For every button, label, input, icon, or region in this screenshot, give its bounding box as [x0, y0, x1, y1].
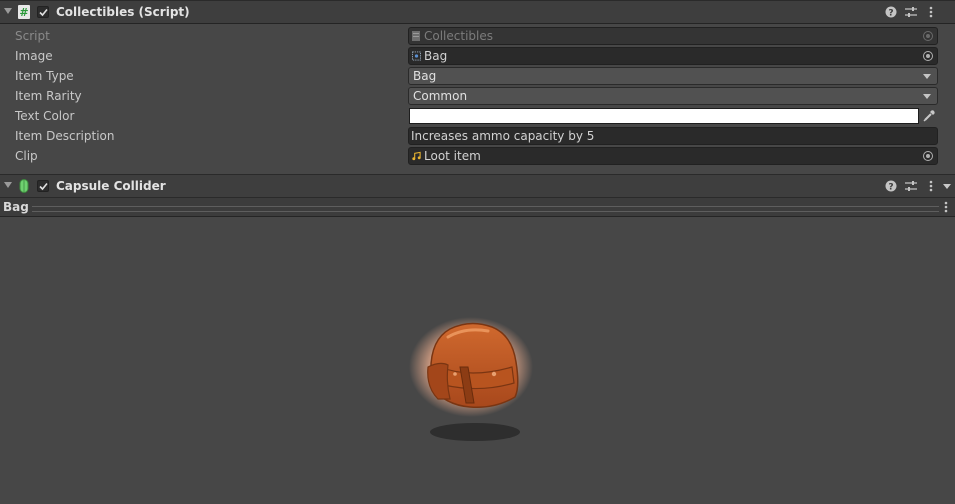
item-description-label: Item Description: [15, 129, 115, 143]
preview-menu-icon[interactable]: [940, 201, 952, 213]
object-picker-icon[interactable]: [923, 51, 933, 61]
foldout-arrow-icon[interactable]: [4, 8, 12, 14]
clip-row: Clip Loot item: [0, 146, 955, 166]
item-type-label: Item Type: [15, 69, 74, 83]
svg-text:?: ?: [888, 183, 893, 193]
foldout-arrow-icon[interactable]: [4, 182, 12, 188]
item-type-row: Item Type Bag: [0, 66, 955, 86]
preview-title: Bag: [3, 200, 29, 214]
scroll-down-arrow-icon[interactable]: [943, 184, 951, 189]
dropdown-arrow-icon: [923, 94, 931, 99]
item-rarity-value: Common: [413, 89, 468, 103]
enabled-checkbox[interactable]: [37, 180, 49, 192]
component-title: Capsule Collider: [56, 179, 166, 193]
item-description-value: Increases ammo capacity by 5: [411, 129, 595, 143]
audio-clip-icon: [412, 151, 421, 161]
item-rarity-label: Item Rarity: [15, 89, 82, 103]
clip-label: Clip: [15, 149, 38, 163]
image-value: Bag: [424, 49, 448, 63]
bag-sprite: [409, 317, 533, 441]
preview-area: [0, 217, 955, 504]
capsule-collider-component-header[interactable]: Capsule Collider ?: [0, 174, 955, 198]
item-rarity-row: Item Rarity Common: [0, 86, 955, 106]
clip-value: Loot item: [424, 149, 481, 163]
item-type-value: Bag: [413, 69, 437, 83]
object-picker-icon: [923, 31, 933, 41]
object-picker-icon[interactable]: [923, 151, 933, 161]
image-field[interactable]: Bag: [408, 47, 938, 65]
item-description-input[interactable]: Increases ammo capacity by 5: [408, 127, 938, 145]
text-color-row: Text Color: [0, 106, 955, 126]
item-type-dropdown[interactable]: Bag: [408, 67, 938, 85]
text-color-swatch[interactable]: [409, 108, 919, 124]
image-row: Image Bag: [0, 46, 955, 66]
sprite-icon: [412, 51, 421, 61]
presets-icon[interactable]: [905, 6, 917, 18]
script-field: Collectibles: [408, 27, 938, 45]
eyedropper-icon[interactable]: [922, 109, 936, 123]
collectibles-component-header[interactable]: # Collectibles (Script) ?: [0, 0, 955, 24]
clip-field[interactable]: Loot item: [408, 147, 938, 165]
svg-text:?: ?: [888, 9, 893, 19]
preview-header[interactable]: Bag: [0, 197, 955, 217]
context-menu-icon[interactable]: [925, 180, 937, 192]
item-rarity-dropdown[interactable]: Common: [408, 87, 938, 105]
script-hash-icon: #: [18, 5, 30, 19]
text-color-label: Text Color: [15, 109, 75, 123]
script-label: Script: [15, 29, 50, 43]
image-label: Image: [15, 49, 53, 63]
resize-grip[interactable]: [32, 206, 939, 212]
item-description-row: Item Description Increases ammo capacity…: [0, 126, 955, 146]
script-file-icon: [412, 31, 420, 41]
svg-text:#: #: [19, 6, 28, 19]
enabled-checkbox[interactable]: [37, 6, 49, 18]
script-row: Script Collectibles: [0, 26, 955, 46]
help-icon[interactable]: ?: [885, 180, 897, 192]
help-icon[interactable]: ?: [885, 6, 897, 18]
capsule-collider-icon: [19, 179, 29, 193]
script-value: Collectibles: [424, 29, 493, 43]
context-menu-icon[interactable]: [925, 6, 937, 18]
dropdown-arrow-icon: [923, 74, 931, 79]
component-title: Collectibles (Script): [56, 5, 190, 19]
presets-icon[interactable]: [905, 180, 917, 192]
